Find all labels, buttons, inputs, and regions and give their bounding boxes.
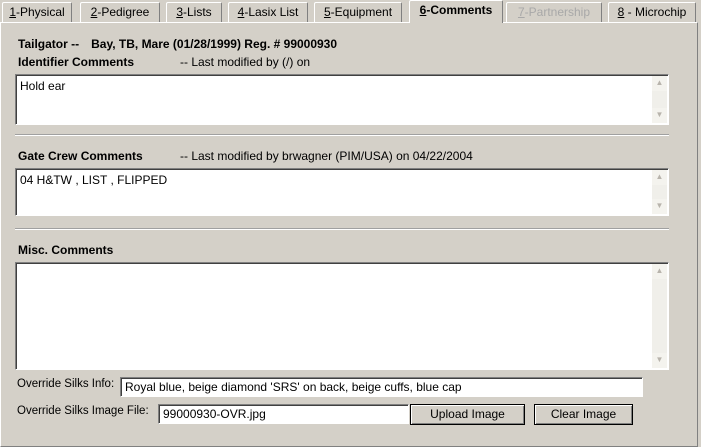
misc-comments-scrollbar[interactable]: ▲ ▼ — [652, 264, 667, 368]
tab-lasix-list-label: -Lasix List — [244, 5, 299, 19]
tab-partnership: 7-Partnership — [506, 2, 602, 22]
horse-details: Bay, TB, Mare (01/28/1999) Reg. # 990009… — [91, 37, 338, 51]
tab-microchip-label: - Microchip — [624, 5, 687, 19]
tab-partnership-label: -Partnership — [524, 5, 591, 19]
tab-equipment-key: 5 — [323, 5, 331, 19]
tab-bar: 1-Physical 2-Pedigree 3-Lists 4-Lasix Li… — [0, 0, 701, 24]
horse-name: Tailgator -- — [18, 37, 80, 51]
scroll-down-icon[interactable]: ▼ — [652, 108, 667, 123]
identifier-comments-modified: -- Last modified by (/) on — [180, 55, 311, 69]
tab-physical[interactable]: 1-Physical — [2, 2, 72, 22]
tab-lists-label: -Lists — [183, 5, 212, 19]
gate-crew-comments-title: Gate Crew Comments — [18, 149, 143, 163]
identifier-comments-title: Identifier Comments — [18, 55, 135, 69]
tab-physical-label: -Physical — [16, 5, 65, 19]
identifier-comments-textarea[interactable]: Hold ear ▲ ▼ — [15, 74, 669, 125]
scroll-up-icon[interactable]: ▲ — [652, 264, 667, 279]
tab-pedigree-label: -Pedigree — [97, 5, 150, 19]
scroll-up-icon[interactable]: ▲ — [652, 76, 667, 91]
scroll-down-icon[interactable]: ▼ — [652, 199, 667, 214]
tab-lists[interactable]: 3-Lists — [166, 2, 222, 22]
tab-equipment[interactable]: 5-Equipment — [314, 2, 402, 22]
misc-comments-title: Misc. Comments — [18, 243, 114, 257]
section-divider — [15, 134, 669, 136]
identifier-comments-scrollbar[interactable]: ▲ ▼ — [652, 76, 667, 123]
clear-image-button[interactable]: Clear Image — [534, 404, 633, 425]
gate-crew-comments-text: 04 H&TW , LIST , FLIPPED — [20, 173, 168, 187]
tab-pedigree[interactable]: 2-Pedigree — [80, 2, 160, 22]
scroll-down-icon[interactable]: ▼ — [652, 353, 667, 368]
tab-lists-key: 3 — [176, 5, 183, 19]
section-divider — [15, 228, 669, 230]
override-silks-info-input[interactable]: Royal blue, beige diamond 'SRS' on back,… — [120, 377, 643, 397]
tab-comments-label: -Comments — [426, 3, 493, 17]
identifier-comments-text: Hold ear — [20, 79, 66, 93]
override-silks-image-input[interactable]: 99000930-OVR.jpg — [158, 404, 409, 424]
tab-partnership-key: 7 — [517, 5, 525, 19]
gate-crew-comments-scrollbar[interactable]: ▲ ▼ — [652, 170, 667, 214]
upload-image-button[interactable]: Upload Image — [410, 404, 525, 425]
horse-header: Tailgator -- Bay, TB, Mare (01/28/1999) R… — [18, 37, 337, 51]
override-silks-info-label: Override Silks Info: — [17, 378, 115, 390]
tab-microchip[interactable]: 8 - Microchip — [608, 2, 696, 22]
tab-physical-key: 1 — [9, 5, 16, 19]
scroll-up-icon[interactable]: ▲ — [652, 170, 667, 185]
gate-crew-comments-modified: -- Last modified by brwagner (PIM/USA) o… — [180, 149, 473, 163]
gate-crew-comments-textarea[interactable]: 04 H&TW , LIST , FLIPPED ▲ ▼ — [15, 168, 669, 216]
tab-equipment-label: -Equipment — [330, 5, 393, 19]
misc-comments-textarea[interactable]: ▲ ▼ — [15, 262, 669, 370]
tab-lasix-list[interactable]: 4-Lasix List — [228, 2, 308, 22]
override-silks-image-label: Override Silks Image File: — [17, 405, 149, 417]
tab-comments[interactable]: 6-Comments — [409, 0, 503, 23]
